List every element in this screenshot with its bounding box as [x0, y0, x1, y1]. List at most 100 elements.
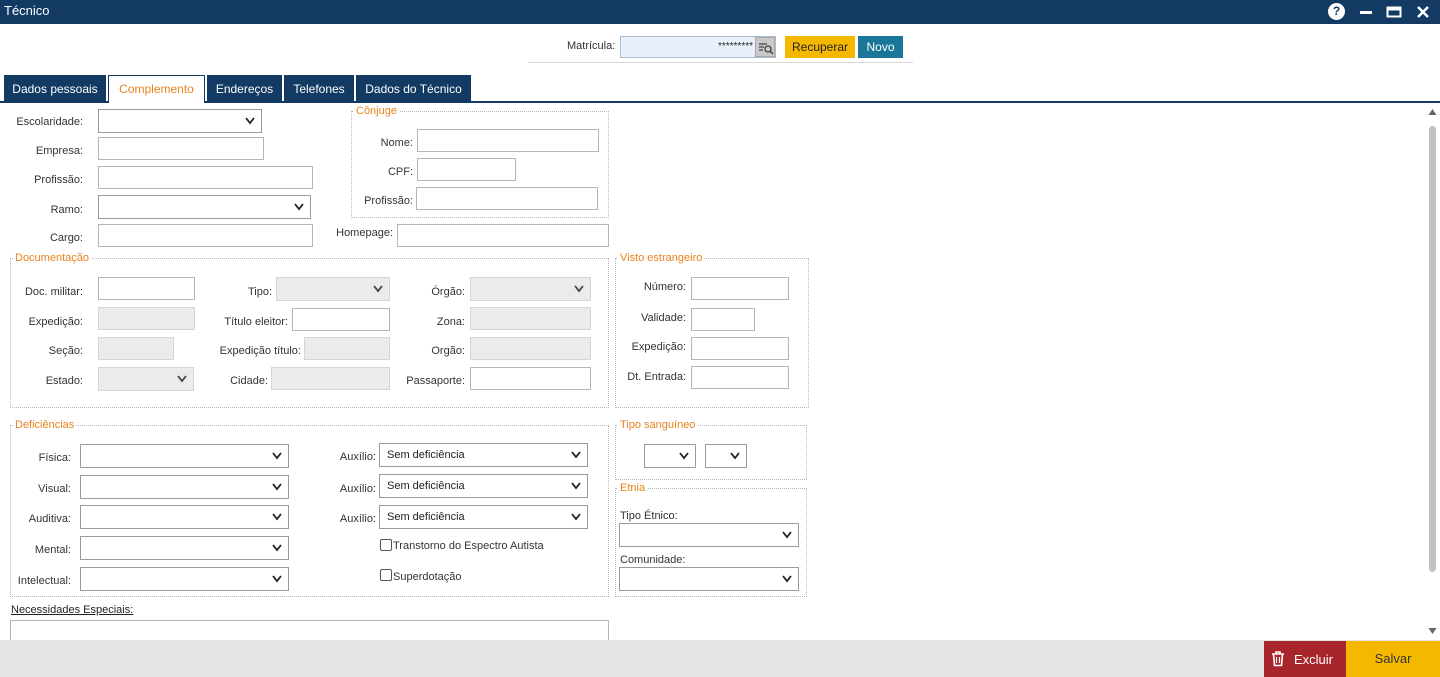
doc-militar-label: Doc. militar: [24, 286, 83, 298]
chevron-down-icon [272, 513, 282, 521]
auxilio-fisica-value: Sem deficiência [387, 449, 465, 461]
chevron-down-icon [782, 575, 792, 583]
auxilio-auditiva-select[interactable]: Sem deficiência [379, 505, 588, 529]
empresa-field[interactable] [98, 137, 264, 160]
expedicao-field[interactable] [98, 307, 195, 330]
visto-numero-label: Número: [643, 281, 686, 293]
ramo-select[interactable] [98, 195, 311, 219]
recover-button[interactable]: Recuperar [785, 36, 855, 58]
orgao2-field[interactable] [470, 337, 591, 360]
auditiva-select[interactable] [80, 505, 289, 529]
tab-telefones[interactable]: Telefones [284, 75, 354, 102]
deficiencias-legend: Deficiências [13, 419, 77, 431]
visto-dt-entrada-label: Dt. Entrada: [627, 371, 686, 383]
search-list-icon [759, 43, 774, 55]
chevron-down-icon [571, 451, 581, 459]
titulo-eleitor-field[interactable] [292, 308, 390, 331]
auxilio-auditiva-label: Auxílio: [339, 513, 376, 525]
zona-label: Zona: [436, 316, 465, 328]
auxilio-visual-select[interactable]: Sem deficiência [379, 474, 588, 498]
matricula-input[interactable]: ********* [620, 36, 776, 58]
trash-icon [1272, 651, 1284, 667]
tea-label: Transtorno do Espectro Autista [393, 540, 544, 552]
cargo-field[interactable] [98, 224, 313, 247]
secao-field[interactable] [98, 337, 174, 360]
scroll-up-icon[interactable] [1428, 108, 1437, 116]
tipo-sanguineo-grupo-select[interactable] [644, 444, 696, 468]
homepage-label: Homepage: [336, 227, 393, 239]
intelectual-select[interactable] [80, 567, 289, 591]
tab-enderecos[interactable]: Endereços [207, 75, 282, 102]
save-button[interactable]: Salvar [1346, 641, 1440, 677]
intelectual-label: Intelectual: [17, 575, 71, 587]
visto-numero-field[interactable] [691, 277, 789, 300]
visto-expedicao-field[interactable] [691, 337, 789, 360]
matricula-label: Matrícula: [567, 40, 616, 52]
minimize-icon[interactable] [1358, 4, 1374, 20]
profissao-field[interactable] [98, 166, 313, 189]
conjuge-profissao-field[interactable] [416, 187, 598, 210]
chevron-down-icon [294, 203, 304, 211]
delete-label: Excluir [1294, 652, 1334, 667]
help-icon[interactable]: ? [1328, 3, 1345, 20]
conjuge-cpf-label: CPF: [387, 166, 413, 178]
escolaridade-select[interactable] [98, 109, 262, 133]
comunidade-select[interactable] [619, 567, 799, 591]
zona-field[interactable] [470, 307, 591, 330]
empresa-label: Empresa: [35, 145, 83, 157]
tipo-select[interactable] [276, 277, 390, 301]
matricula-search-button[interactable] [755, 37, 775, 57]
auxilio-fisica-select[interactable]: Sem deficiência [379, 443, 588, 467]
necessidades-textarea[interactable] [10, 620, 609, 642]
auxilio-auditiva-value: Sem deficiência [387, 511, 465, 523]
tipo-etnico-label: Tipo Étnico: [620, 510, 678, 522]
visto-validade-field[interactable] [691, 308, 755, 331]
mental-label: Mental: [34, 544, 71, 556]
cidade-field[interactable] [271, 367, 390, 390]
orgao1-select[interactable] [470, 277, 591, 301]
tab-dados-pessoais[interactable]: Dados pessoais [4, 75, 106, 102]
mental-select[interactable] [80, 536, 289, 560]
tab-complemento[interactable]: Complemento [108, 75, 205, 103]
toolbar-divider [528, 62, 913, 63]
delete-button[interactable]: Excluir [1264, 641, 1346, 677]
estado-label: Estado: [45, 375, 83, 387]
scrollbar-thumb[interactable] [1429, 126, 1436, 572]
tipo-sanguineo-rh-select[interactable] [705, 444, 747, 468]
chevron-down-icon [373, 285, 383, 293]
new-button[interactable]: Novo [858, 36, 903, 58]
estado-select[interactable] [98, 367, 194, 391]
expedicao-titulo-label: Expedição título: [219, 345, 301, 357]
tipo-etnico-select[interactable] [619, 523, 799, 547]
secao-label: Seção: [48, 345, 83, 357]
cargo-label: Cargo: [49, 232, 83, 244]
conjuge-cpf-field[interactable] [417, 158, 516, 181]
visual-select[interactable] [80, 475, 289, 499]
ramo-label: Ramo: [50, 204, 83, 216]
superdotacao-checkbox[interactable] [380, 569, 392, 581]
conjuge-nome-label: Nome: [380, 137, 413, 149]
close-icon[interactable] [1415, 4, 1431, 20]
profissao-label: Profissão: [34, 174, 83, 186]
chevron-down-icon [177, 375, 187, 383]
passaporte-field[interactable] [470, 367, 591, 390]
auxilio-visual-value: Sem deficiência [387, 480, 465, 492]
etnia-legend: Etnia [618, 482, 648, 494]
fisica-select[interactable] [80, 444, 289, 468]
scroll-down-icon[interactable] [1428, 627, 1437, 635]
visto-dt-entrada-field[interactable] [691, 366, 789, 389]
tab-dados-do-tecnico[interactable]: Dados do Técnico [356, 75, 471, 102]
maximize-icon[interactable] [1386, 4, 1402, 20]
homepage-field[interactable] [397, 224, 609, 247]
superdotacao-label: Superdotação [393, 571, 462, 583]
tea-checkbox[interactable] [380, 539, 392, 551]
conjuge-nome-field[interactable] [417, 129, 599, 152]
conjuge-legend: Cônjuge [354, 105, 399, 117]
chevron-down-icon [272, 544, 282, 552]
tipo-sanguineo-legend: Tipo sanguíneo [618, 419, 698, 431]
expedicao-titulo-field[interactable] [304, 337, 390, 360]
visto-legend: Visto estrangeiro [618, 252, 705, 264]
doc-militar-field[interactable] [98, 277, 195, 300]
conjuge-profissao-label: Profissão: [364, 195, 413, 207]
comunidade-label: Comunidade: [620, 554, 686, 566]
